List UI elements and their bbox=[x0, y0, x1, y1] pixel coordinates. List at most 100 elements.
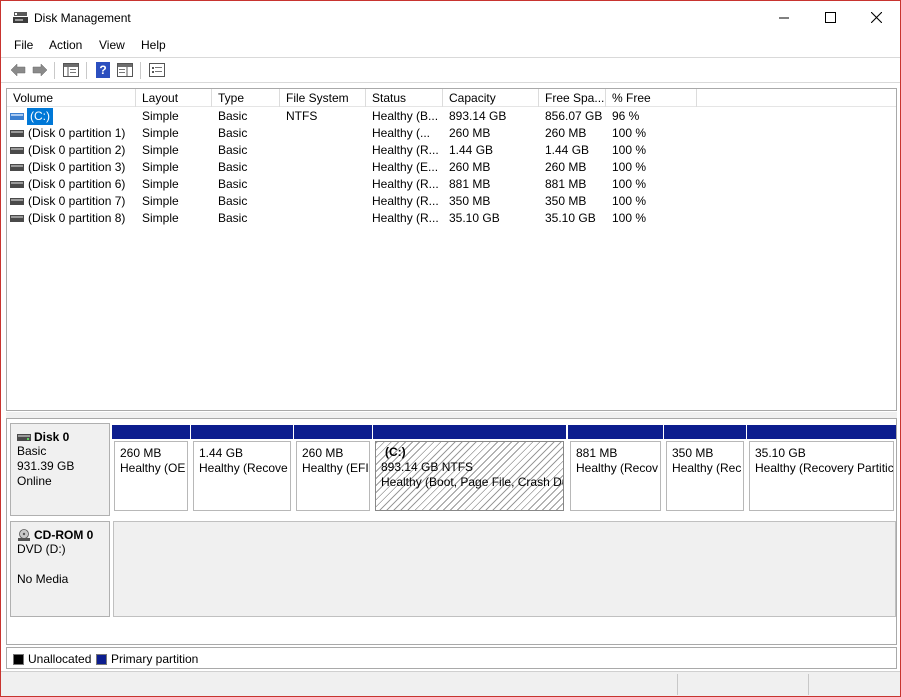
menu-help[interactable]: Help bbox=[141, 38, 166, 52]
column-header-percent-free[interactable]: % Free bbox=[606, 89, 697, 107]
volume-row[interactable]: (C:) Simple Basic NTFS Healthy (B... 893.14 G… bbox=[7, 108, 896, 125]
minimize-button[interactable] bbox=[761, 1, 807, 34]
cell-percent-free: 100 % bbox=[612, 160, 647, 174]
cell-capacity: 260 MB bbox=[449, 126, 491, 140]
legend-primary-partition-label: Primary partition bbox=[111, 652, 199, 666]
cell-free-space: 350 MB bbox=[545, 194, 587, 208]
partition-block[interactable]: 35.10 GB Healthy (Recovery Partitic bbox=[747, 425, 896, 513]
primary-partition-bar bbox=[664, 425, 746, 439]
back-button[interactable] bbox=[8, 61, 28, 79]
volume-list[interactable]: Volume Layout Type File System Status Ca… bbox=[6, 88, 897, 411]
title-bar[interactable]: Disk Management bbox=[1, 1, 900, 34]
cell-type: Basic bbox=[218, 194, 248, 208]
primary-partition-bar bbox=[747, 425, 896, 439]
volume-row[interactable]: (Disk 0 partition 7) Simple Basic Healthy (… bbox=[7, 193, 896, 210]
menu-bar: File Action View Help bbox=[1, 34, 900, 56]
volume-row[interactable]: (Disk 0 partition 3) Simple Basic Healthy (… bbox=[7, 159, 896, 176]
cell-type: Basic bbox=[218, 126, 248, 140]
partition-size: 350 MB bbox=[672, 446, 714, 460]
cdrom-0-info[interactable]: CD-ROM 0 DVD (D:) No Media bbox=[10, 521, 110, 617]
cdrom-0-empty-area[interactable] bbox=[113, 521, 896, 617]
volume-name: (C:) bbox=[27, 108, 53, 125]
toolbar-separator bbox=[86, 62, 87, 79]
cell-type: Basic bbox=[218, 109, 248, 123]
column-header-status[interactable]: Status bbox=[366, 89, 443, 107]
column-header-file-system[interactable]: File System bbox=[280, 89, 366, 107]
action-pane-button[interactable] bbox=[115, 61, 135, 79]
properties-button[interactable] bbox=[147, 61, 167, 79]
cell-status: Healthy (R... bbox=[372, 194, 439, 208]
partition-block[interactable]: 260 MB Healthy (EFI bbox=[294, 425, 372, 513]
menu-action[interactable]: Action bbox=[49, 38, 82, 52]
partition-status: Healthy (Recovery Partitic bbox=[755, 461, 894, 475]
console-tree-icon bbox=[63, 63, 79, 77]
column-header-capacity[interactable]: Capacity bbox=[443, 89, 539, 107]
cell-percent-free: 100 % bbox=[612, 126, 647, 140]
cell-file-system bbox=[286, 125, 366, 142]
column-header-layout[interactable]: Layout bbox=[136, 89, 212, 107]
help-button[interactable]: ? bbox=[93, 61, 113, 79]
partition-block[interactable]: 1.44 GB Healthy (Recove bbox=[191, 425, 293, 513]
disk-0-size: 931.39 GB bbox=[17, 459, 75, 473]
partition-status: Healthy (EFI bbox=[302, 461, 369, 475]
volume-row[interactable]: (Disk 0 partition 6) Simple Basic Healthy (… bbox=[7, 176, 896, 193]
volume-row[interactable]: (Disk 0 partition 1) Simple Basic Healthy (… bbox=[7, 125, 896, 142]
menu-file[interactable]: File bbox=[14, 38, 33, 52]
maximize-button[interactable] bbox=[807, 1, 853, 34]
cell-capacity: 893.14 GB bbox=[449, 109, 507, 123]
window-title: Disk Management bbox=[34, 11, 131, 25]
volume-row[interactable]: (Disk 0 partition 2) Simple Basic Healthy (… bbox=[7, 142, 896, 159]
cell-layout: Simple bbox=[142, 109, 179, 123]
close-button[interactable] bbox=[853, 1, 899, 34]
cdrom-media-status: No Media bbox=[17, 572, 69, 586]
primary-partition-bar bbox=[373, 425, 566, 439]
column-header-volume[interactable]: Volume bbox=[7, 89, 136, 107]
cell-free-space: 856.07 GB bbox=[545, 109, 603, 123]
partition-size: 893.14 GB NTFS bbox=[381, 460, 474, 474]
partition-block[interactable]: 260 MB Healthy (OE bbox=[112, 425, 190, 513]
disk-0-state: Online bbox=[17, 474, 52, 488]
disk-0-info[interactable]: Disk 0 Basic 931.39 GB Online bbox=[10, 423, 110, 516]
cell-free-space: 881 MB bbox=[545, 177, 587, 191]
maximize-icon bbox=[824, 12, 836, 23]
menu-view[interactable]: View bbox=[99, 38, 125, 52]
back-arrow-icon bbox=[10, 63, 26, 77]
cell-percent-free: 100 % bbox=[612, 177, 647, 191]
volume-row[interactable]: (Disk 0 partition 8) Simple Basic Healthy (… bbox=[7, 210, 896, 227]
partition-status: Healthy (Recov bbox=[576, 461, 659, 475]
partition-block[interactable]: 350 MB Healthy (Rec bbox=[664, 425, 746, 513]
column-header-free-space[interactable]: Free Spa... bbox=[539, 89, 606, 107]
partition-status: Healthy (Boot, Page File, Crash Du bbox=[381, 475, 564, 489]
partition-block[interactable]: 881 MB Healthy (Recov bbox=[568, 425, 663, 513]
cdrom-icon bbox=[18, 528, 30, 541]
cell-percent-free: 100 % bbox=[612, 211, 647, 225]
legend-primary-partition: Primary partition bbox=[96, 652, 198, 666]
close-icon bbox=[870, 12, 882, 23]
legend-unallocated-swatch bbox=[13, 653, 24, 665]
partition-size: 1.44 GB bbox=[199, 446, 244, 460]
partition-status: Healthy (OE bbox=[120, 461, 186, 475]
cell-type: Basic bbox=[218, 143, 248, 157]
partition-status: Healthy (Rec bbox=[672, 461, 742, 475]
cell-capacity: 350 MB bbox=[449, 194, 491, 208]
volume-icon bbox=[10, 113, 24, 120]
volume-name: (Disk 0 partition 2) bbox=[28, 143, 126, 157]
disk-graphical-view[interactable]: Disk 0 Basic 931.39 GB Online 260 MB Heal… bbox=[6, 418, 897, 645]
cell-type: Basic bbox=[218, 177, 248, 191]
cell-layout: Simple bbox=[142, 126, 179, 140]
show-hide-console-tree-button[interactable] bbox=[61, 61, 81, 79]
column-header-type[interactable]: Type bbox=[212, 89, 280, 107]
partition-size: 35.10 GB bbox=[755, 446, 806, 460]
forward-arrow-icon bbox=[32, 63, 48, 77]
cell-layout: Simple bbox=[142, 143, 179, 157]
cell-free-space: 260 MB bbox=[545, 126, 587, 140]
disk-0-name: Disk 0 bbox=[34, 430, 70, 444]
forward-button[interactable] bbox=[30, 61, 50, 79]
cell-file-system bbox=[286, 142, 366, 159]
partition-block-c-drive[interactable]: (C:) 893.14 GB NTFS Healthy (Boot, Page … bbox=[373, 425, 566, 513]
action-pane-icon bbox=[117, 63, 133, 77]
minimize-icon bbox=[778, 17, 789, 19]
status-bar bbox=[1, 671, 900, 696]
disk-management-window: Disk Management File Action View Help ? bbox=[0, 0, 901, 697]
cell-status: Healthy (R... bbox=[372, 211, 439, 225]
